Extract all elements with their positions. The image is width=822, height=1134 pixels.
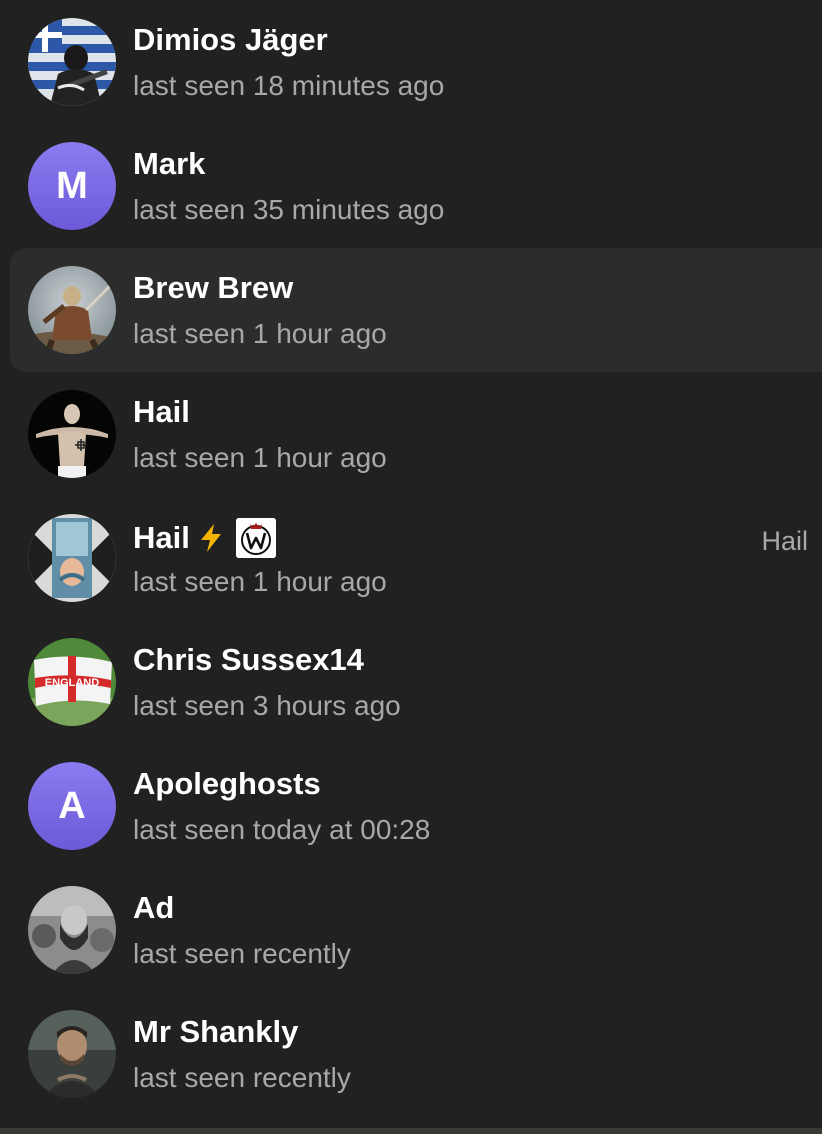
contact-row-mr-shankly[interactable]: Mr Shankly last seen recently — [10, 992, 822, 1116]
contact-name: Mark — [133, 146, 206, 181]
contact-name: Hail — [133, 394, 190, 429]
right-label: Hail — [761, 526, 808, 556]
avatar-image — [28, 390, 116, 478]
contact-row-brew-brew[interactable]: Brew Brew last seen 1 hour ago — [10, 248, 822, 372]
contact-name: Hail — [133, 518, 276, 558]
contact-status: last seen 1 hour ago — [133, 442, 387, 473]
contact-row-ad[interactable]: Ad last seen recently — [10, 868, 822, 992]
contact-row-apoleghosts[interactable]: A Apoleghosts last seen today at 00:28 — [10, 744, 822, 868]
avatar — [28, 18, 116, 106]
contact-status: last seen 18 minutes ago — [133, 70, 445, 101]
avatar — [28, 886, 116, 974]
contact-row-hail[interactable]: Hail last seen 1 hour ago — [10, 372, 822, 496]
lightning-bolt-icon — [200, 524, 221, 552]
contact-row-hail-2[interactable]: Hail Hail last seen 1 hour ago — [10, 496, 822, 620]
contact-status: last seen recently — [133, 938, 351, 969]
contact-status: last seen recently — [133, 1062, 351, 1093]
avatar — [28, 266, 116, 354]
contact-name: Chris Sussex14 — [133, 642, 364, 677]
avatar-image — [28, 266, 116, 354]
avatar-image — [28, 514, 116, 602]
avatar-image — [28, 18, 116, 106]
contact-name: Mr Shankly — [133, 1014, 299, 1049]
avatar — [28, 1010, 116, 1098]
flag-text: ENGLAND — [45, 677, 99, 689]
avatar-image — [28, 1010, 116, 1098]
avatar-image — [28, 886, 116, 974]
contact-row-mark[interactable]: M Mark last seen 35 minutes ago — [10, 124, 822, 248]
letter-avatar: M — [28, 142, 116, 230]
bottom-edge-strip — [0, 1128, 822, 1134]
letter-avatar: A — [28, 762, 116, 850]
contact-status: last seen 35 minutes ago — [133, 194, 445, 225]
contact-name: Ad — [133, 890, 175, 925]
contact-status: last seen today at 00:28 — [133, 814, 431, 845]
contact-status: last seen 1 hour ago — [133, 566, 387, 597]
contact-name: Dimios Jäger — [133, 22, 328, 57]
contact-status: last seen 3 hours ago — [133, 690, 401, 721]
contact-name: Apoleghosts — [133, 766, 321, 801]
contact-row-chris-sussex14[interactable]: ENGLAND Chris Sussex14 last seen 3 hours… — [10, 620, 822, 744]
avatar — [28, 390, 116, 478]
contact-status: last seen 1 hour ago — [133, 318, 387, 349]
w-badge-icon — [235, 518, 276, 558]
avatar-image: ENGLAND — [28, 638, 116, 726]
contact-row-dimios-jager[interactable]: Dimios Jäger last seen 18 minutes ago — [10, 0, 822, 124]
contact-name: Brew Brew — [133, 270, 294, 305]
avatar — [28, 514, 116, 602]
avatar: ENGLAND — [28, 638, 116, 726]
